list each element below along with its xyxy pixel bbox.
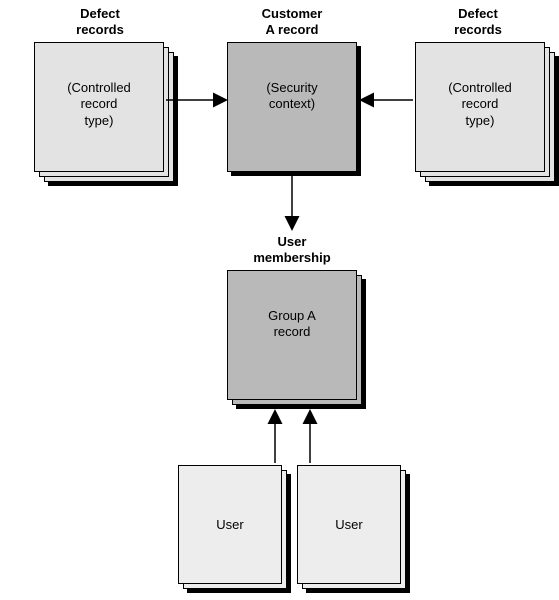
box-group-label: Group Arecord <box>227 308 357 341</box>
box-user-left-label: User <box>178 517 282 533</box>
heading-defect-right-text: Defectrecords <box>454 6 502 37</box>
heading-defect-left: Defectrecords <box>40 6 160 37</box>
box-defect-left-label: (Controlledrecordtype) <box>34 80 164 129</box>
heading-user-membership: Usermembership <box>232 234 352 265</box>
heading-defect-right: Defectrecords <box>418 6 538 37</box>
box-customer-label: (Securitycontext) <box>227 80 357 113</box>
heading-user-membership-text: Usermembership <box>253 234 330 265</box>
box-user-right: User <box>297 465 411 594</box>
box-customer: (Securitycontext) <box>227 42 362 177</box>
box-group: Group Arecord <box>227 270 367 410</box>
box-defect-left: (Controlledrecordtype) <box>34 42 178 186</box>
box-defect-right: (Controlledrecordtype) <box>415 42 559 186</box>
box-defect-right-label: (Controlledrecordtype) <box>415 80 545 129</box>
box-user-right-label: User <box>297 517 401 533</box>
heading-customer-text: CustomerA record <box>262 6 323 37</box>
box-user-left: User <box>178 465 292 594</box>
heading-customer: CustomerA record <box>232 6 352 37</box>
heading-defect-left-text: Defectrecords <box>76 6 124 37</box>
